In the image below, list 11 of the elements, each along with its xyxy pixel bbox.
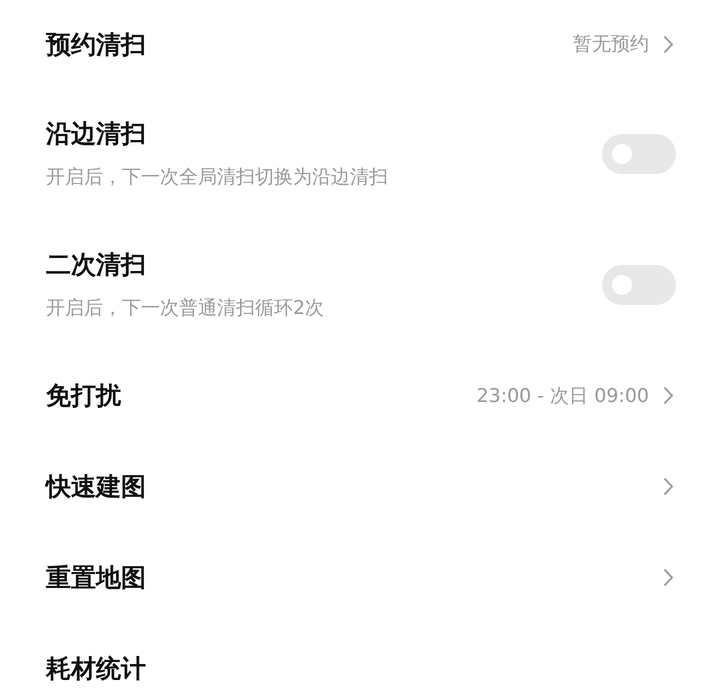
setting-title: 免打扰: [46, 380, 121, 412]
setting-description: 开启后，下一次全局清扫切换为沿边清扫: [46, 165, 388, 190]
setting-title: 重置地图: [46, 562, 146, 594]
setting-title: 沿边清扫: [46, 118, 147, 150]
setting-description: 开启后，下一次普通清扫循环2次: [46, 296, 324, 321]
setting-title: 快速建图: [46, 471, 146, 503]
setting-title: 预约清扫: [46, 28, 146, 60]
setting-value: 暂无预约: [573, 32, 649, 57]
setting-title: 二次清扫: [46, 249, 147, 281]
setting-title: 耗材统计: [46, 653, 146, 685]
setting-value: 23:00 - 次日 09:00: [476, 384, 649, 408]
